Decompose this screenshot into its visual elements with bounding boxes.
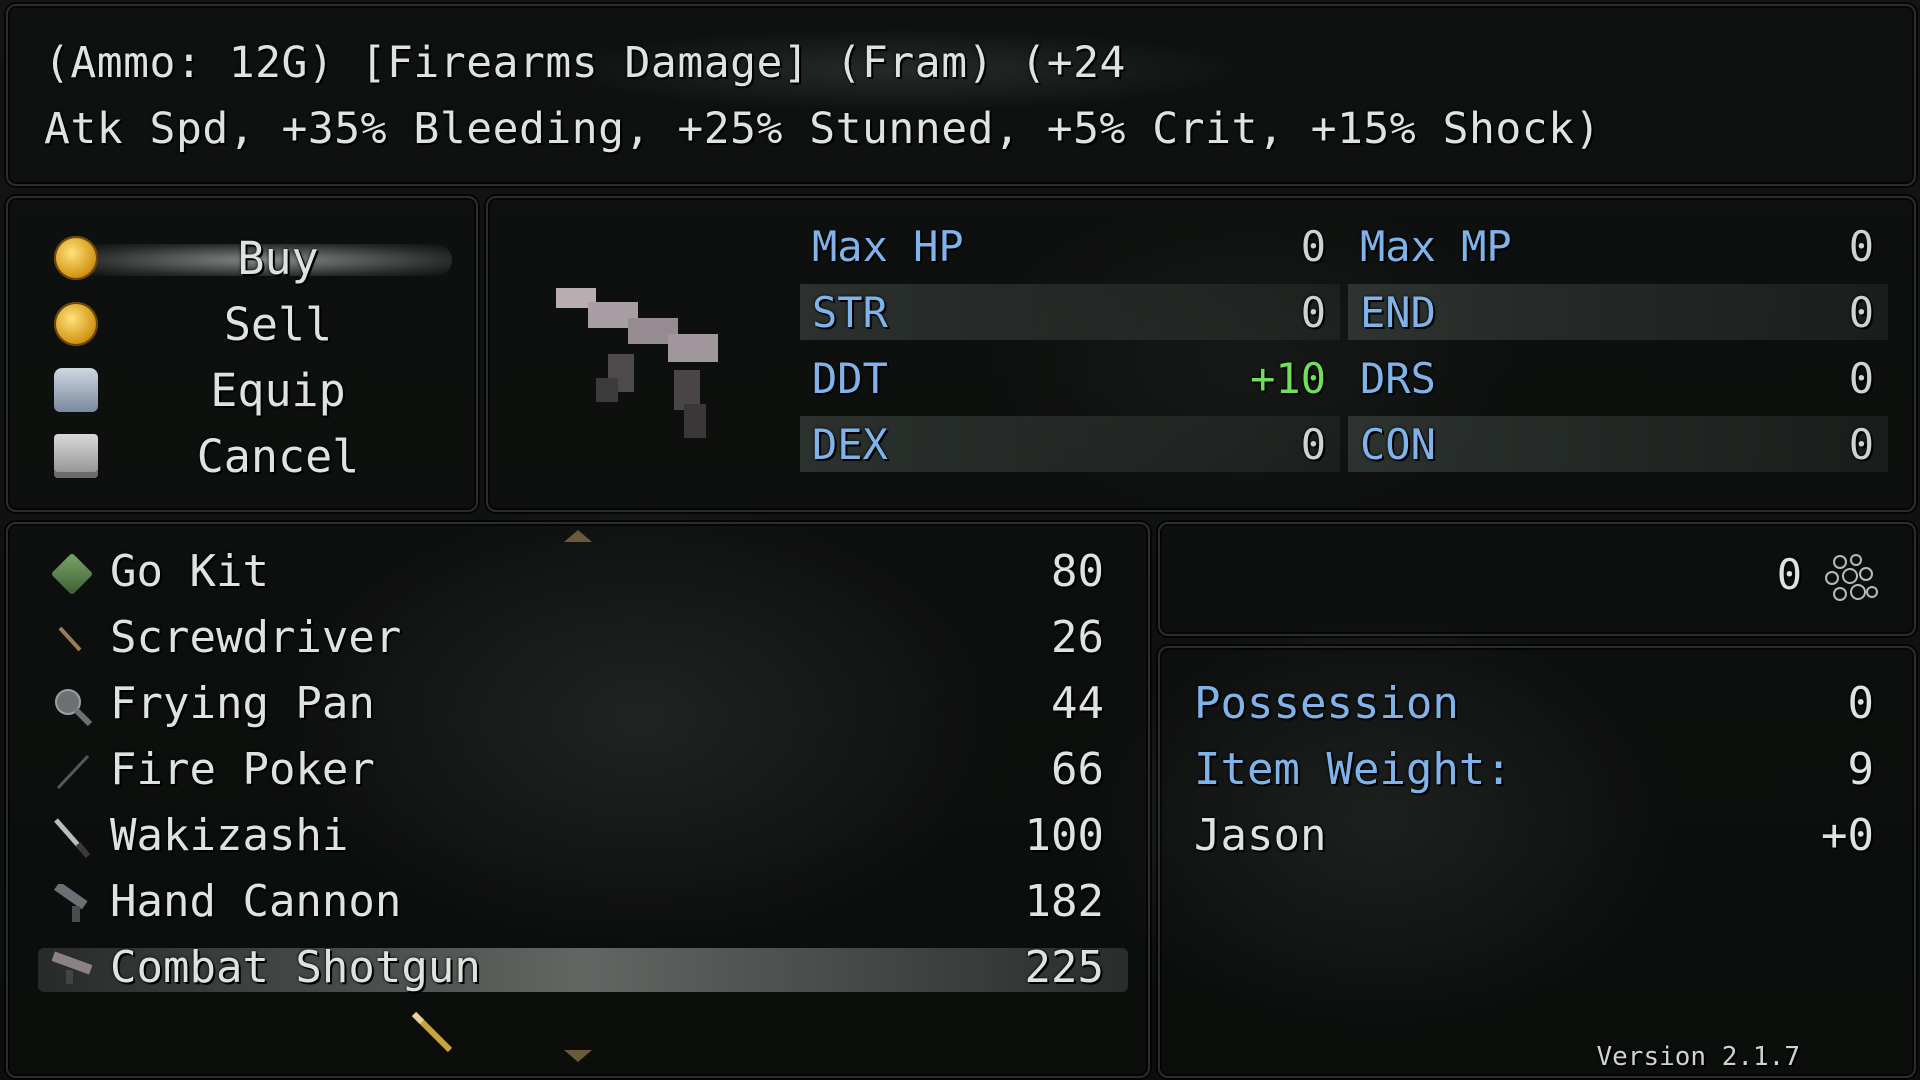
item-description-window: (Ammo: 12G) [Firearms Damage] (Fram) (+2… [6,4,1916,186]
item-name: Hand Cannon [110,876,402,927]
item-name: Fire Poker [110,744,375,795]
stat-row-dex: DEX 0 [800,414,1340,474]
pistol-icon [54,884,88,922]
stat-name: CON [1360,420,1436,469]
actor-stat-change: +0 [1821,810,1874,861]
cancel-command[interactable]: Cancel [32,424,452,484]
currency-icon [1825,554,1878,601]
sell-command[interactable]: Sell [32,292,452,352]
item-name: Go Kit [110,546,269,597]
stat-row-max-hp: Max HP 0 [800,216,1340,276]
buy-label: Buy [237,232,319,285]
stat-name: Max HP [812,222,964,271]
possession-label: Possession [1194,678,1459,729]
list-item[interactable]: Wakizashi 100 [38,806,1128,866]
item-name: Frying Pan [110,678,375,729]
item-name: Combat Shotgun [110,942,481,993]
item-info-window: Possession 0 Item Weight: 9 Jason +0 Ver… [1158,646,1916,1078]
ammo-shell-icon [411,1011,453,1053]
list-item-selected[interactable]: Combat Shotgun 225 [38,938,1128,998]
gold-window: 0 [1158,522,1916,636]
stat-value: 0 [1300,288,1326,337]
actor-row: Jason +0 [1194,810,1874,870]
item-price: 182 [1024,876,1104,927]
item-name: Screwdriver [110,612,402,663]
stat-value: 0 [1848,222,1874,271]
description-line-1: (Ammo: 12G) [Firearms Damage] (Fram) (+2… [44,38,1126,88]
gold-amount: 0 [1776,550,1802,599]
stat-row-drs: DRS 0 [1348,348,1888,408]
list-item[interactable]: Fire Poker 66 [38,740,1128,800]
fire-poker-icon [56,754,90,790]
list-item[interactable]: Screwdriver 26 [38,608,1128,668]
item-price: 80 [1051,546,1104,597]
possession-value: 0 [1847,678,1875,729]
stat-row-str: STR 0 [800,282,1340,342]
stat-name: STR [812,288,888,337]
item-price: 225 [1024,942,1104,993]
stat-row-ddt: DDT +10 [800,348,1340,408]
scroll-up-arrow-icon[interactable] [564,530,592,542]
list-item[interactable]: Hand Cannon 182 [38,872,1128,932]
item-price: 44 [1051,678,1104,729]
item-price: 66 [1051,744,1104,795]
stat-value: 0 [1300,222,1326,271]
buy-command[interactable]: Buy [32,226,452,286]
possession-row: Possession 0 [1194,678,1874,738]
screwdriver-icon [58,626,82,652]
scroll-down-arrow-icon[interactable] [564,1050,592,1062]
stat-row-con: CON 0 [1348,414,1888,474]
item-weight-row: Item Weight: 9 [1194,744,1874,804]
equip-command[interactable]: Equip [32,358,452,418]
stat-name: DEX [812,420,888,469]
stat-value: 0 [1848,288,1874,337]
stat-name: DDT [812,354,888,403]
chest-icon [54,434,98,478]
shop-item-list: Go Kit 80 Screwdriver 26 Frying Pan 44 F… [6,522,1150,1078]
shotgun-icon [52,951,92,984]
list-item[interactable]: Go Kit 80 [38,542,1128,602]
sell-label: Sell [223,298,333,351]
version-label: Version 2.1.7 [1596,1042,1801,1072]
coin-icon [54,236,98,280]
stat-value-increase: +10 [1250,354,1326,403]
stat-name: DRS [1360,354,1436,403]
stat-name: Max MP [1360,222,1512,271]
sword-icon [54,818,91,858]
stat-name: END [1360,288,1436,337]
gauntlet-icon [54,368,98,412]
item-price: 100 [1024,810,1104,861]
item-weight-label: Item Weight: [1194,744,1512,795]
actor-name: Jason [1194,810,1327,861]
coin-icon [54,302,98,346]
equipment-status-window: Max HP 0 STR 0 DDT +10 DEX 0 Max MP 0 EN… [486,196,1916,512]
shop-command-window: Buy Sell Equip Cancel [6,196,478,512]
item-name: Wakizashi [110,810,349,861]
cancel-label: Cancel [196,430,360,483]
shotgun-preview-icon [556,288,718,438]
equip-label: Equip [210,364,346,417]
stat-value: 0 [1848,420,1874,469]
list-item[interactable]: Frying Pan 44 [38,674,1128,734]
stat-row-end: END 0 [1348,282,1888,342]
frying-pan-icon [55,689,92,726]
item-price: 26 [1051,612,1104,663]
stat-row-max-mp: Max MP 0 [1348,216,1888,276]
description-line-2: Atk Spd, +35% Bleeding, +25% Stunned, +5… [44,104,1601,154]
item-weight-value: 9 [1847,744,1875,795]
stat-value: 0 [1300,420,1326,469]
stat-value: 0 [1848,354,1874,403]
kit-box-icon [50,552,94,596]
